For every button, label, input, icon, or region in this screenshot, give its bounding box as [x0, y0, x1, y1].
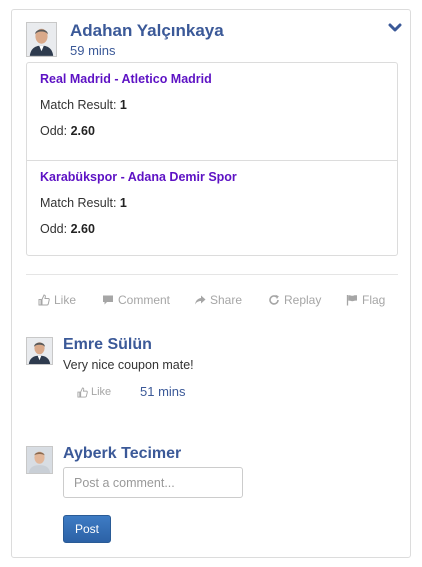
flag-label: Flag [362, 293, 386, 307]
post-button[interactable]: Post [63, 515, 111, 543]
share-label: Share [210, 293, 243, 307]
commenter-name[interactable]: Emre Sülün [63, 336, 152, 354]
post-author-name[interactable]: Adahan Yalçınkaya [70, 21, 224, 41]
avatar-image [27, 23, 56, 56]
comment-time[interactable]: 51 mins [140, 384, 186, 399]
coupon-match: Real Madrid - Atletico Madrid Match Resu… [27, 63, 397, 160]
post-time[interactable]: 59 mins [70, 43, 116, 58]
match-odd-label: Odd: [40, 222, 68, 236]
avatar-image [27, 338, 52, 364]
match-result: Match Result: 1 [40, 98, 127, 112]
coupon-box: Real Madrid - Atletico Madrid Match Resu… [26, 62, 398, 256]
post-author-avatar[interactable] [26, 22, 57, 57]
match-odd-value: 2.60 [70, 222, 95, 236]
share-icon [195, 295, 206, 305]
comment-like-label: Like [91, 386, 112, 398]
divider [26, 274, 398, 275]
comment-text: Very nice coupon mate! [63, 358, 194, 372]
match-odd-label: Odd: [40, 124, 68, 138]
match-title[interactable]: Real Madrid - Atletico Madrid [40, 72, 212, 86]
comment-icon [103, 295, 113, 305]
post-actions: Like Comment Share Replay Flag [26, 293, 398, 309]
match-odd-value: 2.60 [70, 124, 95, 138]
replay-icon [269, 294, 279, 305]
flag-icon [346, 295, 357, 306]
thumbs-up-icon [77, 386, 88, 398]
post-card: Adahan Yalçınkaya 59 mins Real Madrid - … [11, 9, 411, 558]
composer-author-name[interactable]: Ayberk Tecimer [63, 445, 181, 463]
coupon-match: Karabükspor - Adana Demir Spor Match Res… [27, 160, 397, 257]
match-title[interactable]: Karabükspor - Adana Demir Spor [40, 170, 237, 184]
comment-like-button[interactable]: Like [77, 386, 111, 398]
like-label: Like [54, 293, 77, 307]
match-result-label: Match Result: [40, 196, 117, 210]
avatar-image [27, 447, 52, 473]
comment-button[interactable]: Comment [102, 293, 170, 307]
match-result-value: 1 [119, 98, 127, 112]
commenter-avatar[interactable] [26, 337, 53, 365]
flag-button[interactable]: Flag [346, 293, 385, 307]
thumbs-up-icon [38, 294, 50, 306]
replay-label: Replay [284, 293, 322, 307]
comment-label: Comment [118, 293, 171, 307]
composer-avatar[interactable] [26, 446, 53, 474]
match-result-value: 1 [119, 196, 127, 210]
match-odd: Odd: 2.60 [40, 222, 95, 236]
match-result-label: Match Result: [40, 98, 117, 112]
share-button[interactable]: Share [194, 293, 242, 307]
replay-button[interactable]: Replay [268, 293, 321, 307]
chevron-down-icon[interactable] [388, 23, 402, 33]
match-result: Match Result: 1 [40, 196, 127, 210]
match-odd: Odd: 2.60 [40, 124, 95, 138]
comment-input[interactable] [63, 467, 243, 498]
like-button[interactable]: Like [38, 293, 76, 307]
